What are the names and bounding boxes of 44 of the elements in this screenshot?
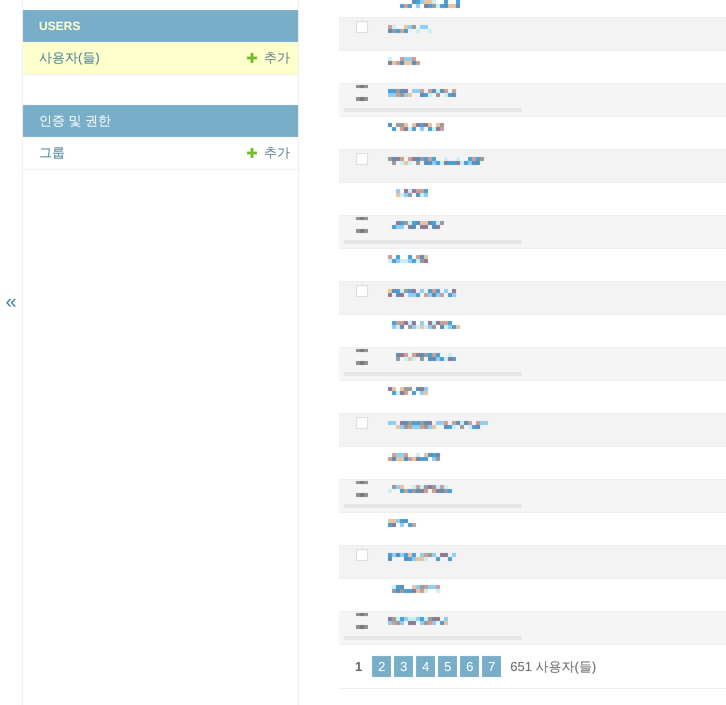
checkbox[interactable] (356, 549, 368, 561)
page-link[interactable]: 6 (460, 656, 480, 677)
double-bar-icon (356, 349, 368, 365)
checkbox[interactable] (356, 153, 368, 165)
pixelated-text-drawing (392, 221, 444, 229)
pixelated-text-drawing (396, 353, 456, 361)
model-link[interactable]: 사용자(들) (39, 48, 100, 68)
plus-icon (247, 53, 257, 63)
page-link[interactable]: 4 (416, 656, 436, 677)
plus-icon (247, 148, 257, 158)
checkbox[interactable] (356, 285, 368, 297)
pixelated-text-drawing (388, 123, 444, 131)
page-link[interactable]: 2 (372, 656, 392, 677)
pixelated-text-drawing (388, 553, 456, 561)
double-bar-icon (356, 613, 368, 629)
pixelated-text-drawing (388, 485, 452, 493)
page-link[interactable]: 3 (394, 656, 414, 677)
pixelated-text-drawing (388, 617, 448, 625)
pixelated-text-drawing (388, 519, 416, 527)
pixelated-text-drawing (388, 57, 420, 65)
pixelated-text-drawing (392, 321, 460, 329)
result-count: 651 사용자(들) (510, 658, 596, 676)
app-section-link[interactable]: 인증 및 권한 (39, 111, 112, 131)
add-link[interactable]: 추가 (247, 143, 290, 163)
pixelated-text-drawing (388, 289, 456, 297)
add-link[interactable]: 추가 (247, 48, 290, 68)
page-link[interactable]: 7 (482, 656, 502, 677)
double-bar-icon (356, 85, 368, 101)
model-link[interactable]: 그룹 (39, 143, 65, 163)
pixelated-text-drawing (388, 453, 440, 461)
checkbox[interactable] (356, 417, 368, 429)
pixelated-text-drawing (388, 255, 428, 263)
pixelated-text-drawing (400, 0, 460, 8)
pixelated-text-drawing (388, 25, 432, 33)
pixelated-text-drawing (388, 89, 456, 97)
double-bar-icon (356, 481, 368, 497)
pixelated-text-drawing (396, 189, 428, 197)
pixelated-text-drawing (388, 387, 428, 395)
double-bar-icon (356, 217, 368, 233)
page-link[interactable]: 5 (438, 656, 458, 677)
checkbox[interactable] (356, 21, 368, 33)
pixelated-text-drawing (392, 585, 440, 593)
current-page: 1 (355, 658, 362, 676)
app-section-link[interactable]: USERS (39, 17, 80, 35)
